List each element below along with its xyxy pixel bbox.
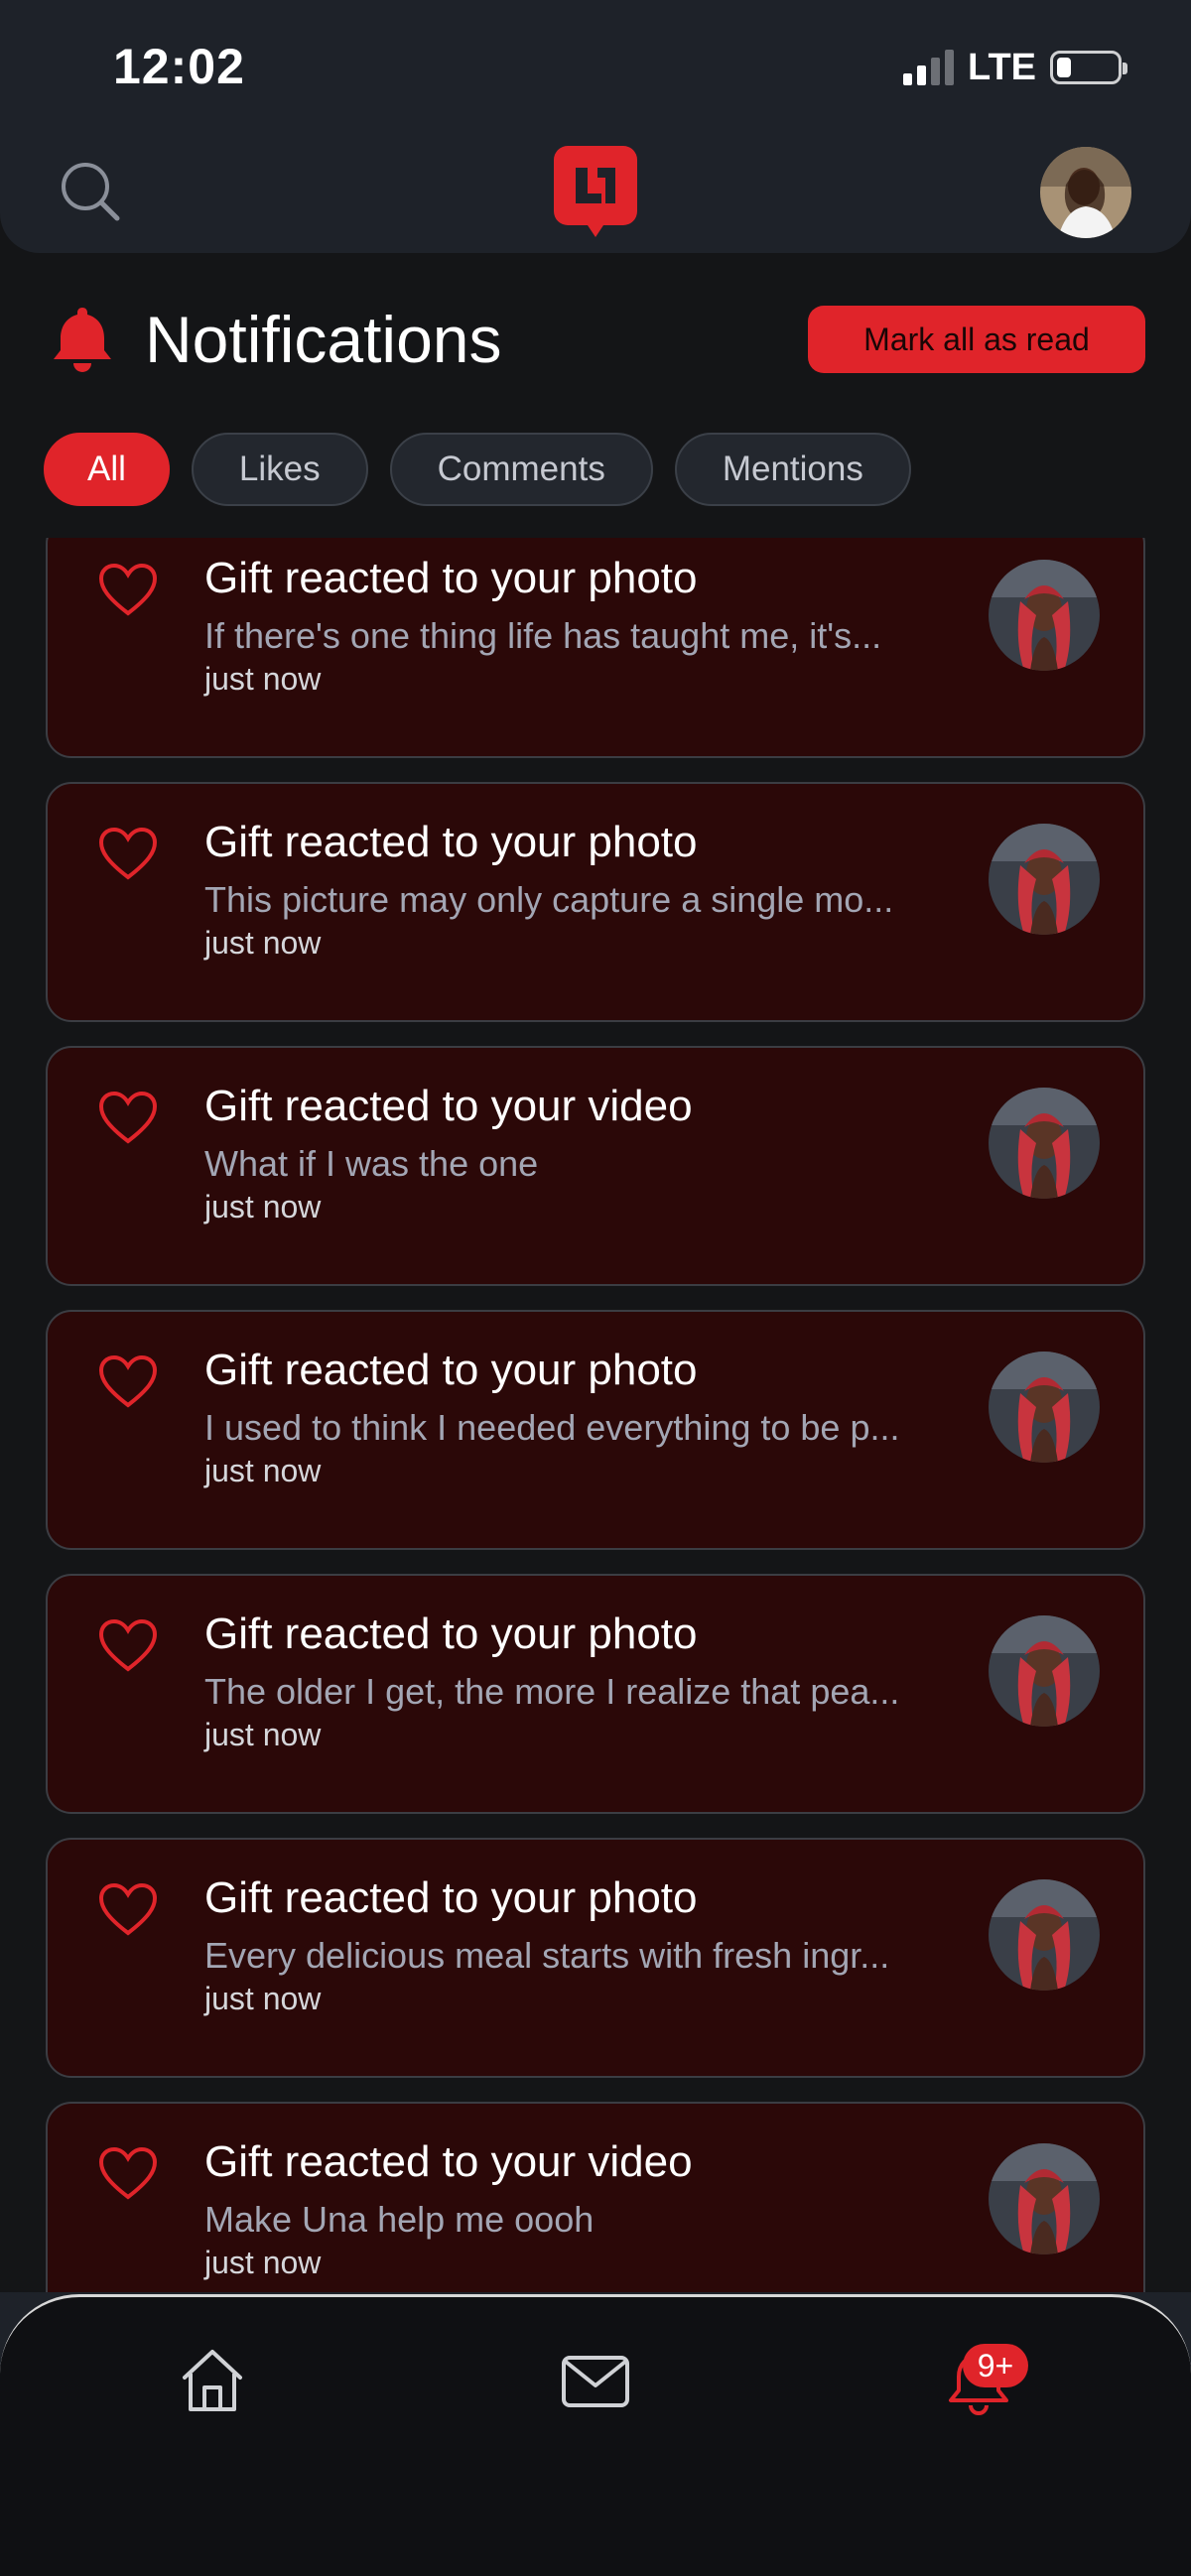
notification-title: Gift reacted to your photo: [204, 1610, 698, 1658]
notification-preview: If there's one thing life has taught me,…: [204, 615, 882, 656]
notification-count-badge: 9+: [963, 2344, 1028, 2387]
notification-card[interactable]: Gift reacted to your video What if I was…: [46, 1046, 1145, 1286]
notification-list[interactable]: Gift reacted to your photo If there's on…: [0, 538, 1191, 2292]
notification-card[interactable]: Gift reacted to your photo I used to thi…: [46, 1310, 1145, 1550]
notification-title: Gift reacted to your photo: [204, 554, 698, 602]
notification-time: just now: [204, 1981, 322, 2016]
notification-preview: Make Una help me oooh: [204, 2199, 595, 2240]
mail-icon[interactable]: [560, 2354, 631, 2409]
notification-preview: Every delicious meal starts with fresh i…: [204, 1935, 890, 1976]
notification-card[interactable]: Gift reacted to your photo This picture …: [46, 782, 1145, 1022]
user-avatar[interactable]: [989, 1088, 1100, 1199]
user-avatar[interactable]: [989, 1352, 1100, 1463]
notification-card[interactable]: Gift reacted to your video Make Una help…: [46, 2102, 1145, 2292]
bell-icon: [50, 304, 115, 373]
notification-title: Gift reacted to your photo: [204, 1346, 698, 1394]
filter-comments[interactable]: Comments: [389, 433, 653, 506]
bottom-nav: [0, 2294, 1191, 2576]
notification-card[interactable]: Gift reacted to your photo The older I g…: [46, 1574, 1145, 1814]
user-avatar[interactable]: [989, 824, 1100, 935]
notification-time: just now: [204, 1453, 322, 1488]
network-type: LTE: [968, 46, 1036, 88]
notification-preview: I used to think I needed everything to b…: [204, 1407, 900, 1448]
heart-icon: [97, 826, 159, 881]
status-time: 12:02: [113, 39, 245, 94]
notifications-header: Notifications Mark all as read: [0, 298, 1191, 387]
notification-preview: What if I was the one: [204, 1143, 539, 1184]
status-indicators: LTE: [903, 44, 1127, 91]
heart-icon: [97, 2145, 159, 2201]
notification-title: Gift reacted to your video: [204, 1082, 693, 1130]
filter-tabs: All Likes Comments Mentions: [44, 433, 911, 506]
page-title: Notifications: [145, 303, 502, 376]
notification-preview: The older I get, the more I realize that…: [204, 1671, 900, 1712]
heart-icon: [97, 1617, 159, 1673]
filter-likes[interactable]: Likes: [191, 433, 368, 506]
heart-icon: [97, 1881, 159, 1937]
filter-mentions[interactable]: Mentions: [674, 433, 911, 506]
notification-time: just now: [204, 1717, 322, 1752]
notification-card[interactable]: Gift reacted to your photo If there's on…: [46, 538, 1145, 758]
battery-icon: [1050, 51, 1127, 84]
heart-icon: [97, 1353, 159, 1409]
heart-icon: [97, 1090, 159, 1145]
notification-time: just now: [204, 925, 322, 961]
notification-time: just now: [204, 2245, 322, 2280]
notification-title: Gift reacted to your photo: [204, 818, 698, 866]
profile-avatar[interactable]: [1040, 147, 1131, 238]
user-avatar[interactable]: [989, 1615, 1100, 1727]
notification-time: just now: [204, 661, 322, 697]
user-avatar[interactable]: [989, 2143, 1100, 2254]
notification-card[interactable]: Gift reacted to your photo Every delicio…: [46, 1838, 1145, 2078]
heart-icon: [97, 562, 159, 617]
filter-all[interactable]: All: [44, 433, 170, 506]
app-logo-icon[interactable]: [554, 146, 637, 237]
home-icon[interactable]: [177, 2346, 248, 2415]
mark-all-read-button[interactable]: Mark all as read: [808, 306, 1145, 373]
search-icon[interactable]: [56, 157, 125, 226]
signal-icon: [903, 50, 955, 85]
user-avatar[interactable]: [989, 1879, 1100, 1991]
notification-preview: This picture may only capture a single m…: [204, 879, 894, 920]
notification-time: just now: [204, 1189, 322, 1224]
notification-title: Gift reacted to your video: [204, 2137, 693, 2186]
user-avatar[interactable]: [989, 560, 1100, 671]
notification-title: Gift reacted to your photo: [204, 1873, 698, 1922]
